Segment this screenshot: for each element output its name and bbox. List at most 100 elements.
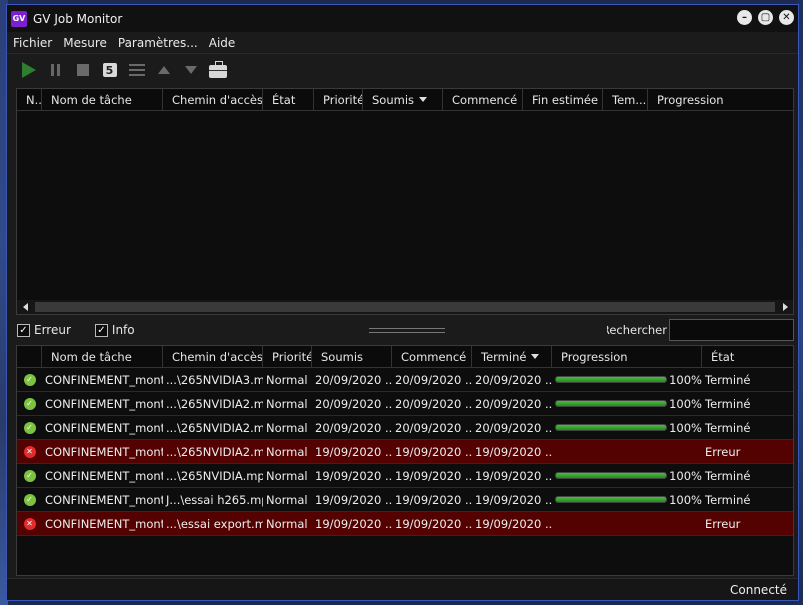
history-col-started[interactable]: Commencé	[392, 346, 472, 367]
job-state: Terminé	[705, 396, 751, 411]
job-path: ...\265NVIDIA2.mp4	[166, 396, 263, 411]
arrow-left-icon	[22, 303, 28, 311]
details-button[interactable]	[123, 58, 150, 82]
history-col-name[interactable]: Nom de tâche	[42, 346, 163, 367]
briefcase-icon	[208, 61, 227, 78]
job-name: CONFINEMENT_mont...	[45, 420, 163, 435]
job-path: ...\265NVIDIA3.mp4	[166, 372, 263, 387]
progress-bar	[555, 424, 668, 431]
job-priority: Normal	[266, 444, 308, 459]
start-button[interactable]	[15, 58, 42, 82]
scrollbar-thumb[interactable]	[35, 302, 775, 312]
table-row[interactable]: ✓ CONFINEMENT_mont......\265NVIDIA.mp4Nor…	[17, 464, 793, 488]
job-path: ...\265NVIDIA2.mp4	[166, 420, 263, 435]
history-col-state[interactable]: État	[702, 346, 752, 367]
panel-splitter-handle[interactable]	[369, 328, 445, 333]
history-col-path[interactable]: Chemin d'accès ...	[163, 346, 263, 367]
table-row[interactable]: ✓ CONFINEMENT_mont......\265NVIDIA2.mp4No…	[17, 416, 793, 440]
menu-mesure[interactable]: Mesure	[63, 36, 107, 50]
queue-col-started[interactable]: Commencé	[443, 89, 523, 110]
progress-label: 100%	[669, 468, 702, 483]
menu-aide[interactable]: Aide	[209, 36, 236, 50]
job-finished: 20/09/2020 ...	[475, 420, 552, 435]
table-row[interactable]: ✓ CONFINEMENT_mont...J...\essai h265.mp4N…	[17, 488, 793, 512]
progress-fill	[556, 497, 667, 502]
job-started: 19/09/2020 ...	[395, 468, 472, 483]
refresh-icon: 5	[102, 63, 117, 77]
queue-col-path[interactable]: Chemin d'accès ...	[163, 89, 263, 110]
job-started: 19/09/2020 ...	[395, 492, 472, 507]
job-priority: Normal	[266, 372, 308, 387]
queue-col-submitted[interactable]: Soumis	[363, 89, 443, 110]
job-started: 20/09/2020 ...	[395, 420, 472, 435]
job-finished: 19/09/2020 ...	[475, 468, 552, 483]
search-input[interactable]	[669, 319, 794, 341]
check-icon: ✓	[19, 324, 28, 336]
job-state: Terminé	[705, 420, 751, 435]
close-button[interactable]: ✕	[779, 10, 794, 25]
progress-label: 100%	[669, 396, 702, 411]
queue-col-time[interactable]: Tem...	[603, 89, 648, 110]
menu-fichier[interactable]: Fichier	[13, 36, 52, 50]
table-row[interactable]: ✓ CONFINEMENT_mont......\265NVIDIA2.mp4No…	[17, 392, 793, 416]
job-path: ...\265NVIDIA2.mp4	[166, 444, 263, 459]
tools-button[interactable]	[204, 58, 231, 82]
move-up-button[interactable]	[150, 58, 177, 82]
table-row[interactable]: ✕ CONFINEMENT_mont......\265NVIDIA2.mp4No…	[17, 440, 793, 464]
progress-bar	[555, 376, 668, 383]
move-up-icon	[157, 66, 170, 74]
history-col-status[interactable]	[17, 346, 42, 367]
job-progress: 100%	[552, 469, 702, 483]
job-priority: Normal	[266, 516, 308, 531]
queue-col-progress[interactable]: Progression	[648, 89, 793, 110]
queue-col-number[interactable]: N...	[17, 89, 42, 110]
job-progress: 100%	[552, 493, 702, 507]
queue-col-state[interactable]: État	[263, 89, 314, 110]
queue-col-est-end[interactable]: Fin estimée	[523, 89, 603, 110]
history-col-submitted[interactable]: Soumis	[312, 346, 392, 367]
job-progress: 100%	[552, 373, 702, 387]
job-started: 19/09/2020 ...	[395, 516, 472, 531]
job-name: CONFINEMENT_mont...	[45, 492, 163, 507]
history-col-progress[interactable]: Progression	[552, 346, 702, 367]
progress-fill	[556, 377, 667, 382]
history-col-finished[interactable]: Terminé	[472, 346, 552, 367]
job-started: 20/09/2020 ...	[395, 396, 472, 411]
job-priority: Normal	[266, 396, 308, 411]
table-row[interactable]: ✕ CONFINEMENT_mont......\essai export.mp4…	[17, 512, 793, 536]
menu-parametres[interactable]: Paramètres...	[118, 36, 198, 50]
stop-button[interactable]	[69, 58, 96, 82]
arrow-right-icon	[782, 303, 788, 311]
job-state: Terminé	[705, 492, 751, 507]
horizontal-scrollbar[interactable]	[17, 300, 793, 314]
pause-button[interactable]	[42, 58, 69, 82]
table-row[interactable]: ✓ CONFINEMENT_mont......\265NVIDIA3.mp4No…	[17, 368, 793, 392]
info-checkbox[interactable]: ✓	[94, 323, 108, 337]
progress-bar	[555, 400, 668, 407]
maximize-button[interactable]: ▢	[758, 10, 773, 25]
refresh-button[interactable]: 5	[96, 58, 123, 82]
progress-bar	[555, 496, 668, 503]
job-path: J...\essai h265.mp4	[166, 492, 263, 507]
stop-icon	[76, 64, 89, 76]
minimize-icon: –	[742, 11, 747, 23]
job-progress: 100%	[552, 421, 702, 435]
queue-table[interactable]: N... Nom de tâche Chemin d'accès ... Éta…	[16, 88, 794, 315]
history-col-priority[interactable]: Priorité	[263, 346, 312, 367]
queue-col-priority[interactable]: Priorité	[314, 89, 363, 110]
info-checkbox-label: Info	[111, 323, 135, 337]
history-table[interactable]: Nom de tâche Chemin d'accès ... Priorité…	[16, 345, 794, 576]
queue-col-name[interactable]: Nom de tâche	[42, 89, 163, 110]
job-name: CONFINEMENT_mont...	[45, 444, 163, 459]
job-submitted: 19/09/2020 ...	[315, 516, 392, 531]
scroll-right-button[interactable]	[777, 303, 793, 311]
job-started: 19/09/2020 ...	[395, 444, 472, 459]
job-state: Erreur	[705, 444, 741, 459]
minimize-button[interactable]: –	[737, 10, 752, 25]
scroll-left-button[interactable]	[17, 303, 33, 311]
move-down-button[interactable]	[177, 58, 204, 82]
title-bar[interactable]: GV GV Job Monitor – ▢ ✕	[7, 5, 798, 32]
error-checkbox[interactable]: ✓	[17, 323, 30, 337]
job-name: CONFINEMENT_mont...	[45, 372, 163, 387]
app-logo-icon: GV	[11, 10, 27, 27]
